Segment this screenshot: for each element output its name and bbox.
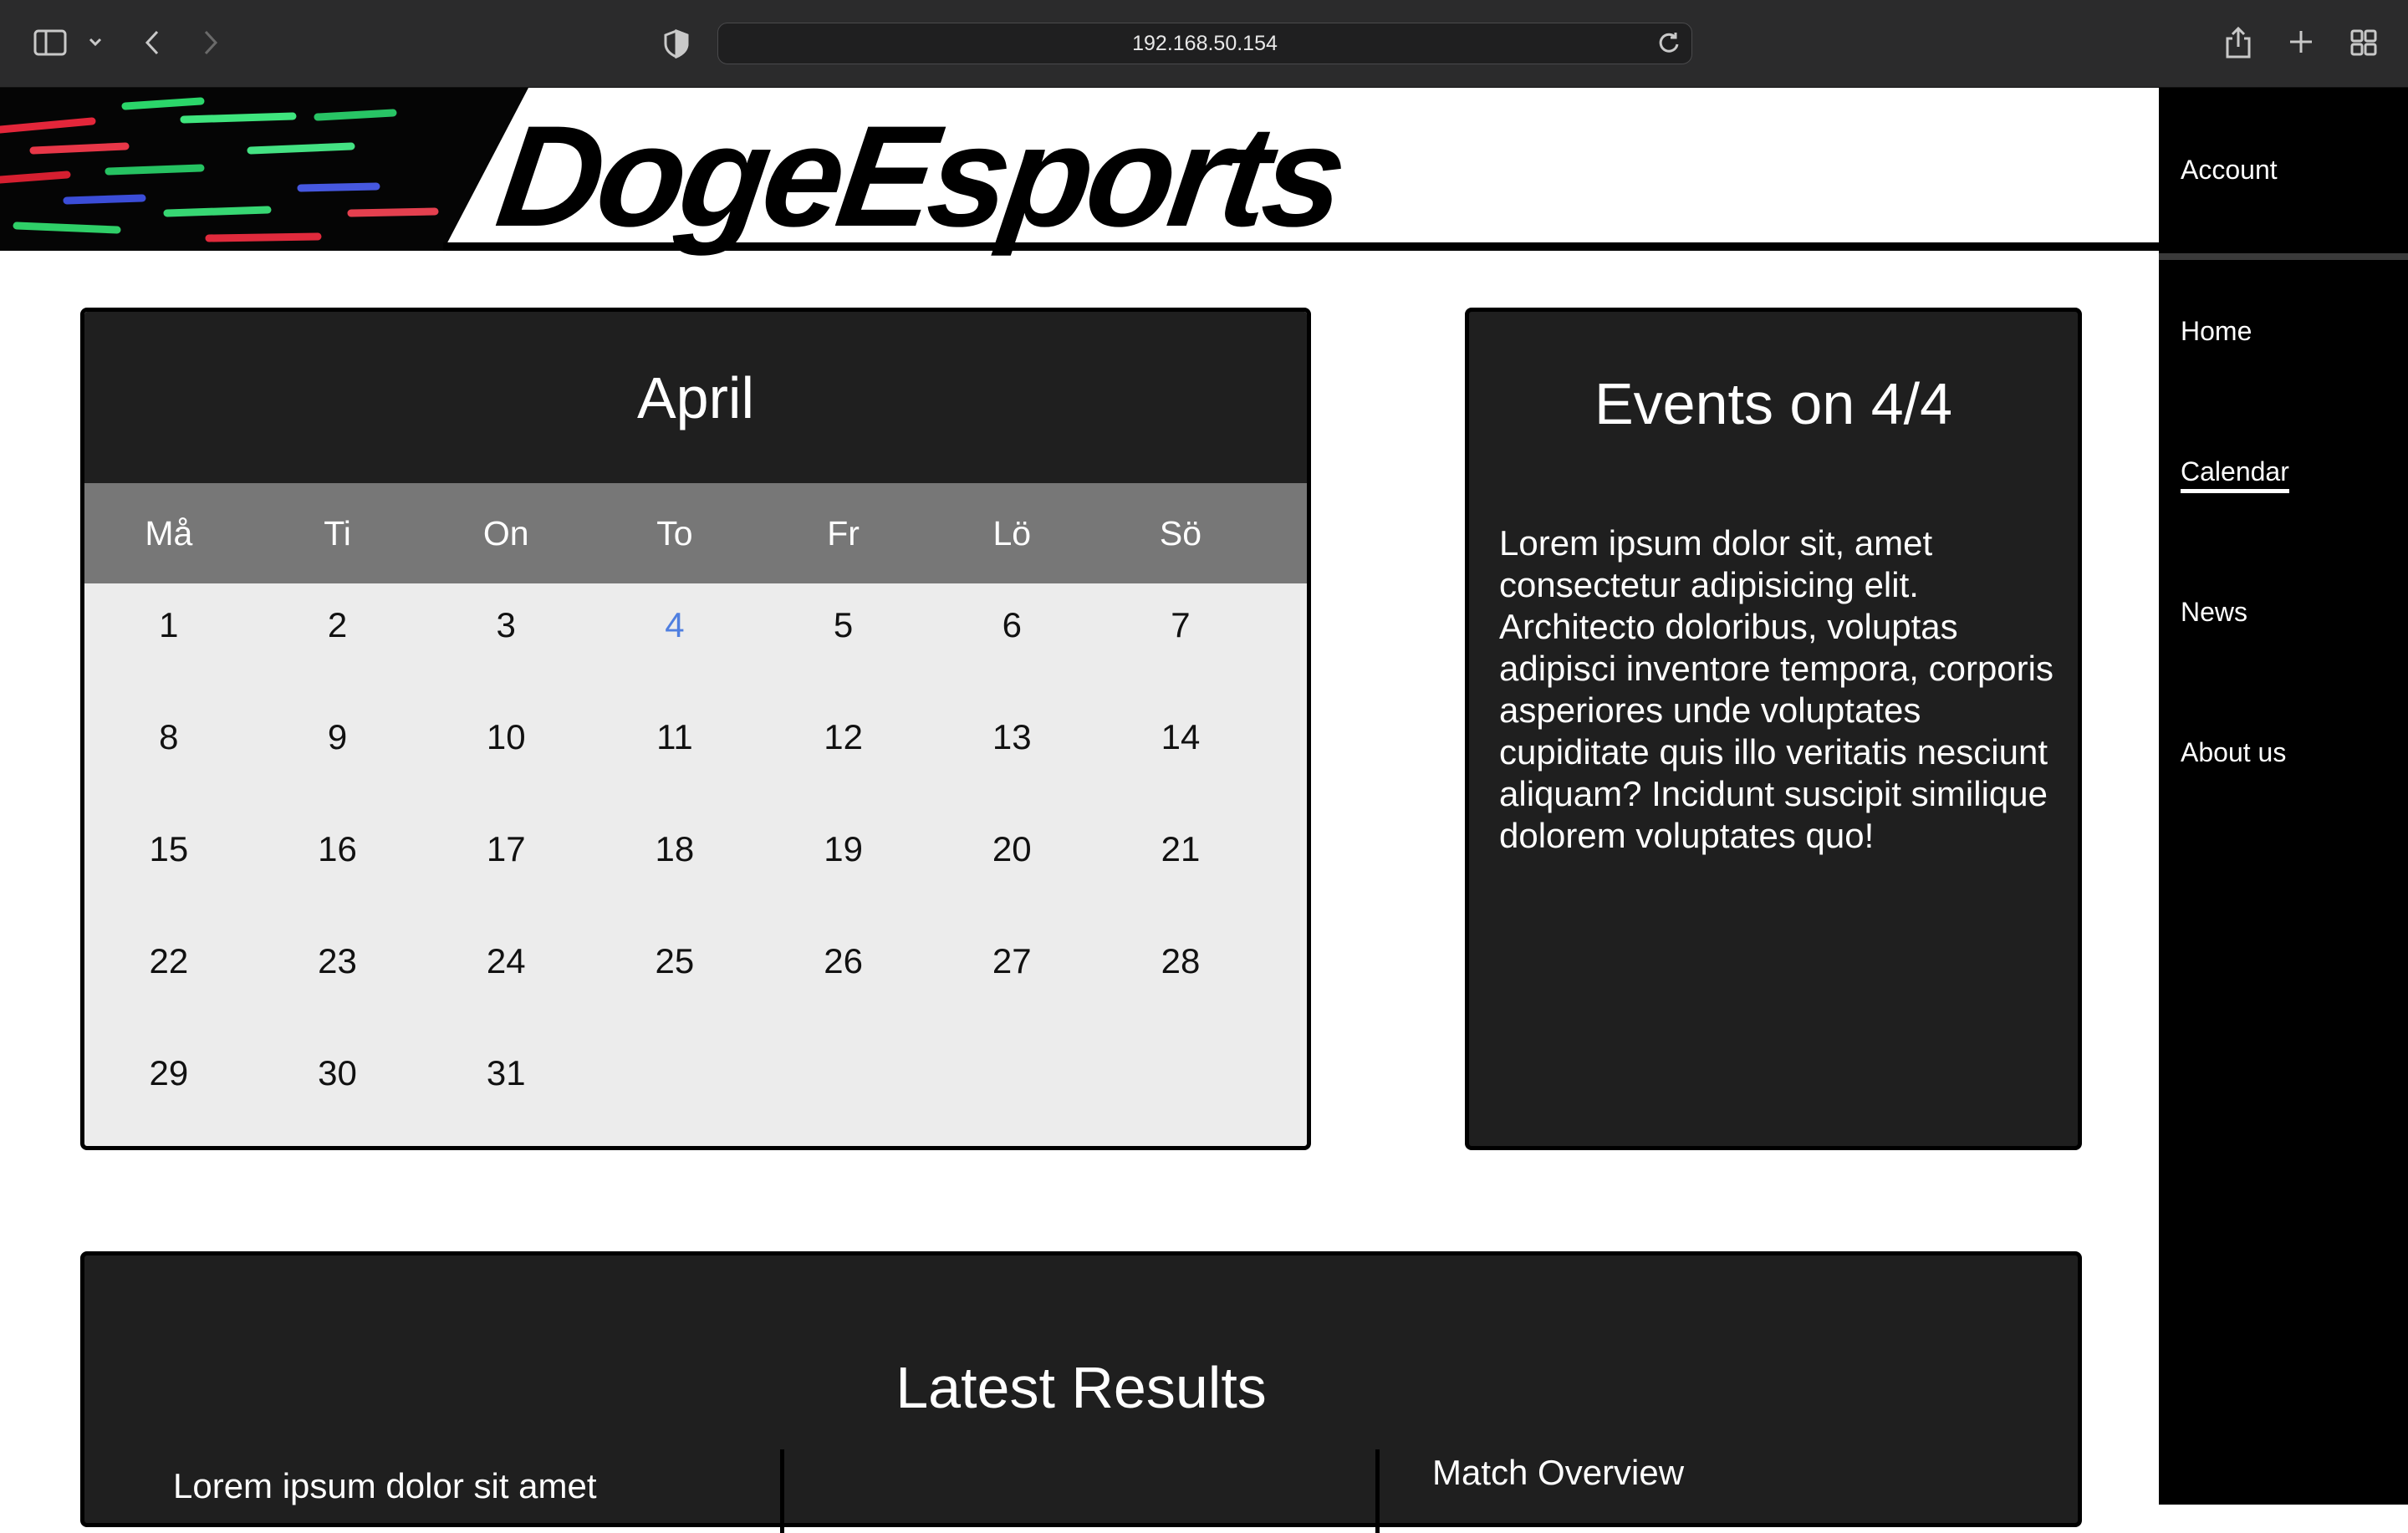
reload-icon[interactable]: [1657, 30, 1681, 55]
calendar-days-grid: 1 2 3 4 5 6 7 8 9 10 11 12 13 14 15 16 17 18 19 20 21 22 23 24 2…: [84, 583, 1307, 1146]
calendar-empty-cell: [590, 1045, 759, 1102]
weekday-label: On: [482, 513, 529, 553]
calendar-empty-cell: [1096, 1045, 1265, 1102]
calendar-day[interactable]: 22: [84, 933, 253, 990]
chevron-down-icon[interactable]: [87, 33, 104, 50]
calendar-day[interactable]: 2: [253, 597, 422, 654]
browser-toolbar: 192.168.50.154: [0, 0, 2408, 88]
calendar-day[interactable]: 31: [421, 1045, 590, 1102]
calendar-day[interactable]: 6: [927, 597, 1096, 654]
weekday-label: Fr: [827, 513, 860, 553]
events-panel: Events on 4/4 Lorem ipsum dolor sit, ame…: [1465, 308, 2082, 1150]
weekday-label: To: [656, 513, 693, 553]
events-title: Events on 4/4: [1594, 371, 1953, 436]
new-tab-plus-icon[interactable]: [2288, 28, 2314, 55]
calendar-day[interactable]: 23: [253, 933, 422, 990]
calendar-day[interactable]: 28: [1096, 933, 1265, 990]
calendar-empty-cell: [759, 1045, 928, 1102]
calendar-day[interactable]: 24: [421, 933, 590, 990]
calendar-widget: April Må Ti On To Fr Lö Sö 1 2 3 4 5 6 7 8 9 10 11…: [80, 308, 1311, 1150]
calendar-day[interactable]: 30: [253, 1045, 422, 1102]
calendar-empty-cell: [927, 1045, 1096, 1102]
calendar-day[interactable]: 19: [759, 821, 928, 878]
calendar-day[interactable]: 12: [759, 709, 928, 766]
weekday-label: Ti: [324, 513, 351, 553]
results-column-divider: [780, 1449, 784, 1533]
nav-news[interactable]: News: [2181, 597, 2247, 628]
calendar-day[interactable]: 15: [84, 821, 253, 878]
calendar-day[interactable]: 20: [927, 821, 1096, 878]
calendar-day[interactable]: 26: [759, 933, 928, 990]
calendar-day[interactable]: 5: [759, 597, 928, 654]
calendar-day[interactable]: 7: [1096, 597, 1265, 654]
forward-arrow-icon[interactable]: [199, 27, 222, 59]
calendar-day[interactable]: 3: [421, 597, 590, 654]
sidebar-divider: [2159, 253, 2408, 260]
nav-account[interactable]: Account: [2181, 155, 2278, 186]
calendar-day[interactable]: 29: [84, 1045, 253, 1102]
results-left-text: Lorem ipsum dolor sit amet: [173, 1466, 597, 1505]
calendar-day[interactable]: 27: [927, 933, 1096, 990]
calendar-day[interactable]: 14: [1096, 709, 1265, 766]
calendar-day[interactable]: 13: [927, 709, 1096, 766]
calendar-week-row: 15 16 17 18 19 20 21: [84, 821, 1307, 933]
banner-image: [0, 88, 528, 251]
weekday-label: Må: [145, 513, 193, 553]
calendar-day[interactable]: 25: [590, 933, 759, 990]
calendar-week-row: 22 23 24 25 26 27 28: [84, 933, 1307, 1045]
nav-home[interactable]: Home: [2181, 316, 2252, 347]
calendar-week-row: 8 9 10 11 12 13 14: [84, 709, 1307, 821]
nav-about-us[interactable]: About us: [2181, 737, 2286, 768]
site-logo[interactable]: DogeEsports: [489, 96, 1351, 257]
calendar-day[interactable]: 4: [590, 597, 759, 654]
match-overview-heading: Match Overview: [1432, 1453, 1685, 1492]
calendar-day[interactable]: 17: [421, 821, 590, 878]
calendar-day[interactable]: 11: [590, 709, 759, 766]
sidebar-nav: Account Home Calendar News About us: [2159, 88, 2408, 1505]
address-bar[interactable]: 192.168.50.154: [717, 23, 1692, 64]
calendar-day[interactable]: 10: [421, 709, 590, 766]
share-icon[interactable]: [2224, 25, 2252, 60]
sidebar-toggle-icon[interactable]: [33, 28, 67, 57]
back-arrow-icon[interactable]: [140, 27, 164, 59]
calendar-weekday-header: Må Ti On To Fr Lö Sö: [84, 483, 1307, 583]
nav-calendar[interactable]: Calendar: [2181, 456, 2289, 493]
results-column-divider: [1375, 1449, 1380, 1533]
url-text: 192.168.50.154: [1132, 31, 1278, 55]
events-description: Lorem ipsum dolor sit, amet consectetur …: [1499, 523, 2053, 855]
weekday-label: Lö: [992, 513, 1032, 553]
calendar-day[interactable]: 8: [84, 709, 253, 766]
calendar-day[interactable]: 1: [84, 597, 253, 654]
latest-results-panel: Latest Results Lorem ipsum dolor sit ame…: [80, 1251, 2082, 1533]
calendar-week-row: 1234567: [84, 597, 1307, 709]
results-title: Latest Results: [895, 1355, 1267, 1420]
site-header: DogeEsports: [0, 88, 2159, 257]
calendar-day[interactable]: 18: [590, 821, 759, 878]
calendar-week-row: 29 30 31: [84, 1045, 1307, 1146]
header-underline: [443, 242, 2159, 251]
calendar-month-title: April: [84, 312, 1307, 483]
weekday-label: Sö: [1159, 513, 1202, 553]
calendar-day[interactable]: 9: [253, 709, 422, 766]
calendar-day[interactable]: 21: [1096, 821, 1265, 878]
calendar-day[interactable]: 16: [253, 821, 422, 878]
tab-overview-icon[interactable]: [2349, 28, 2378, 57]
privacy-shield-icon[interactable]: [662, 28, 691, 59]
